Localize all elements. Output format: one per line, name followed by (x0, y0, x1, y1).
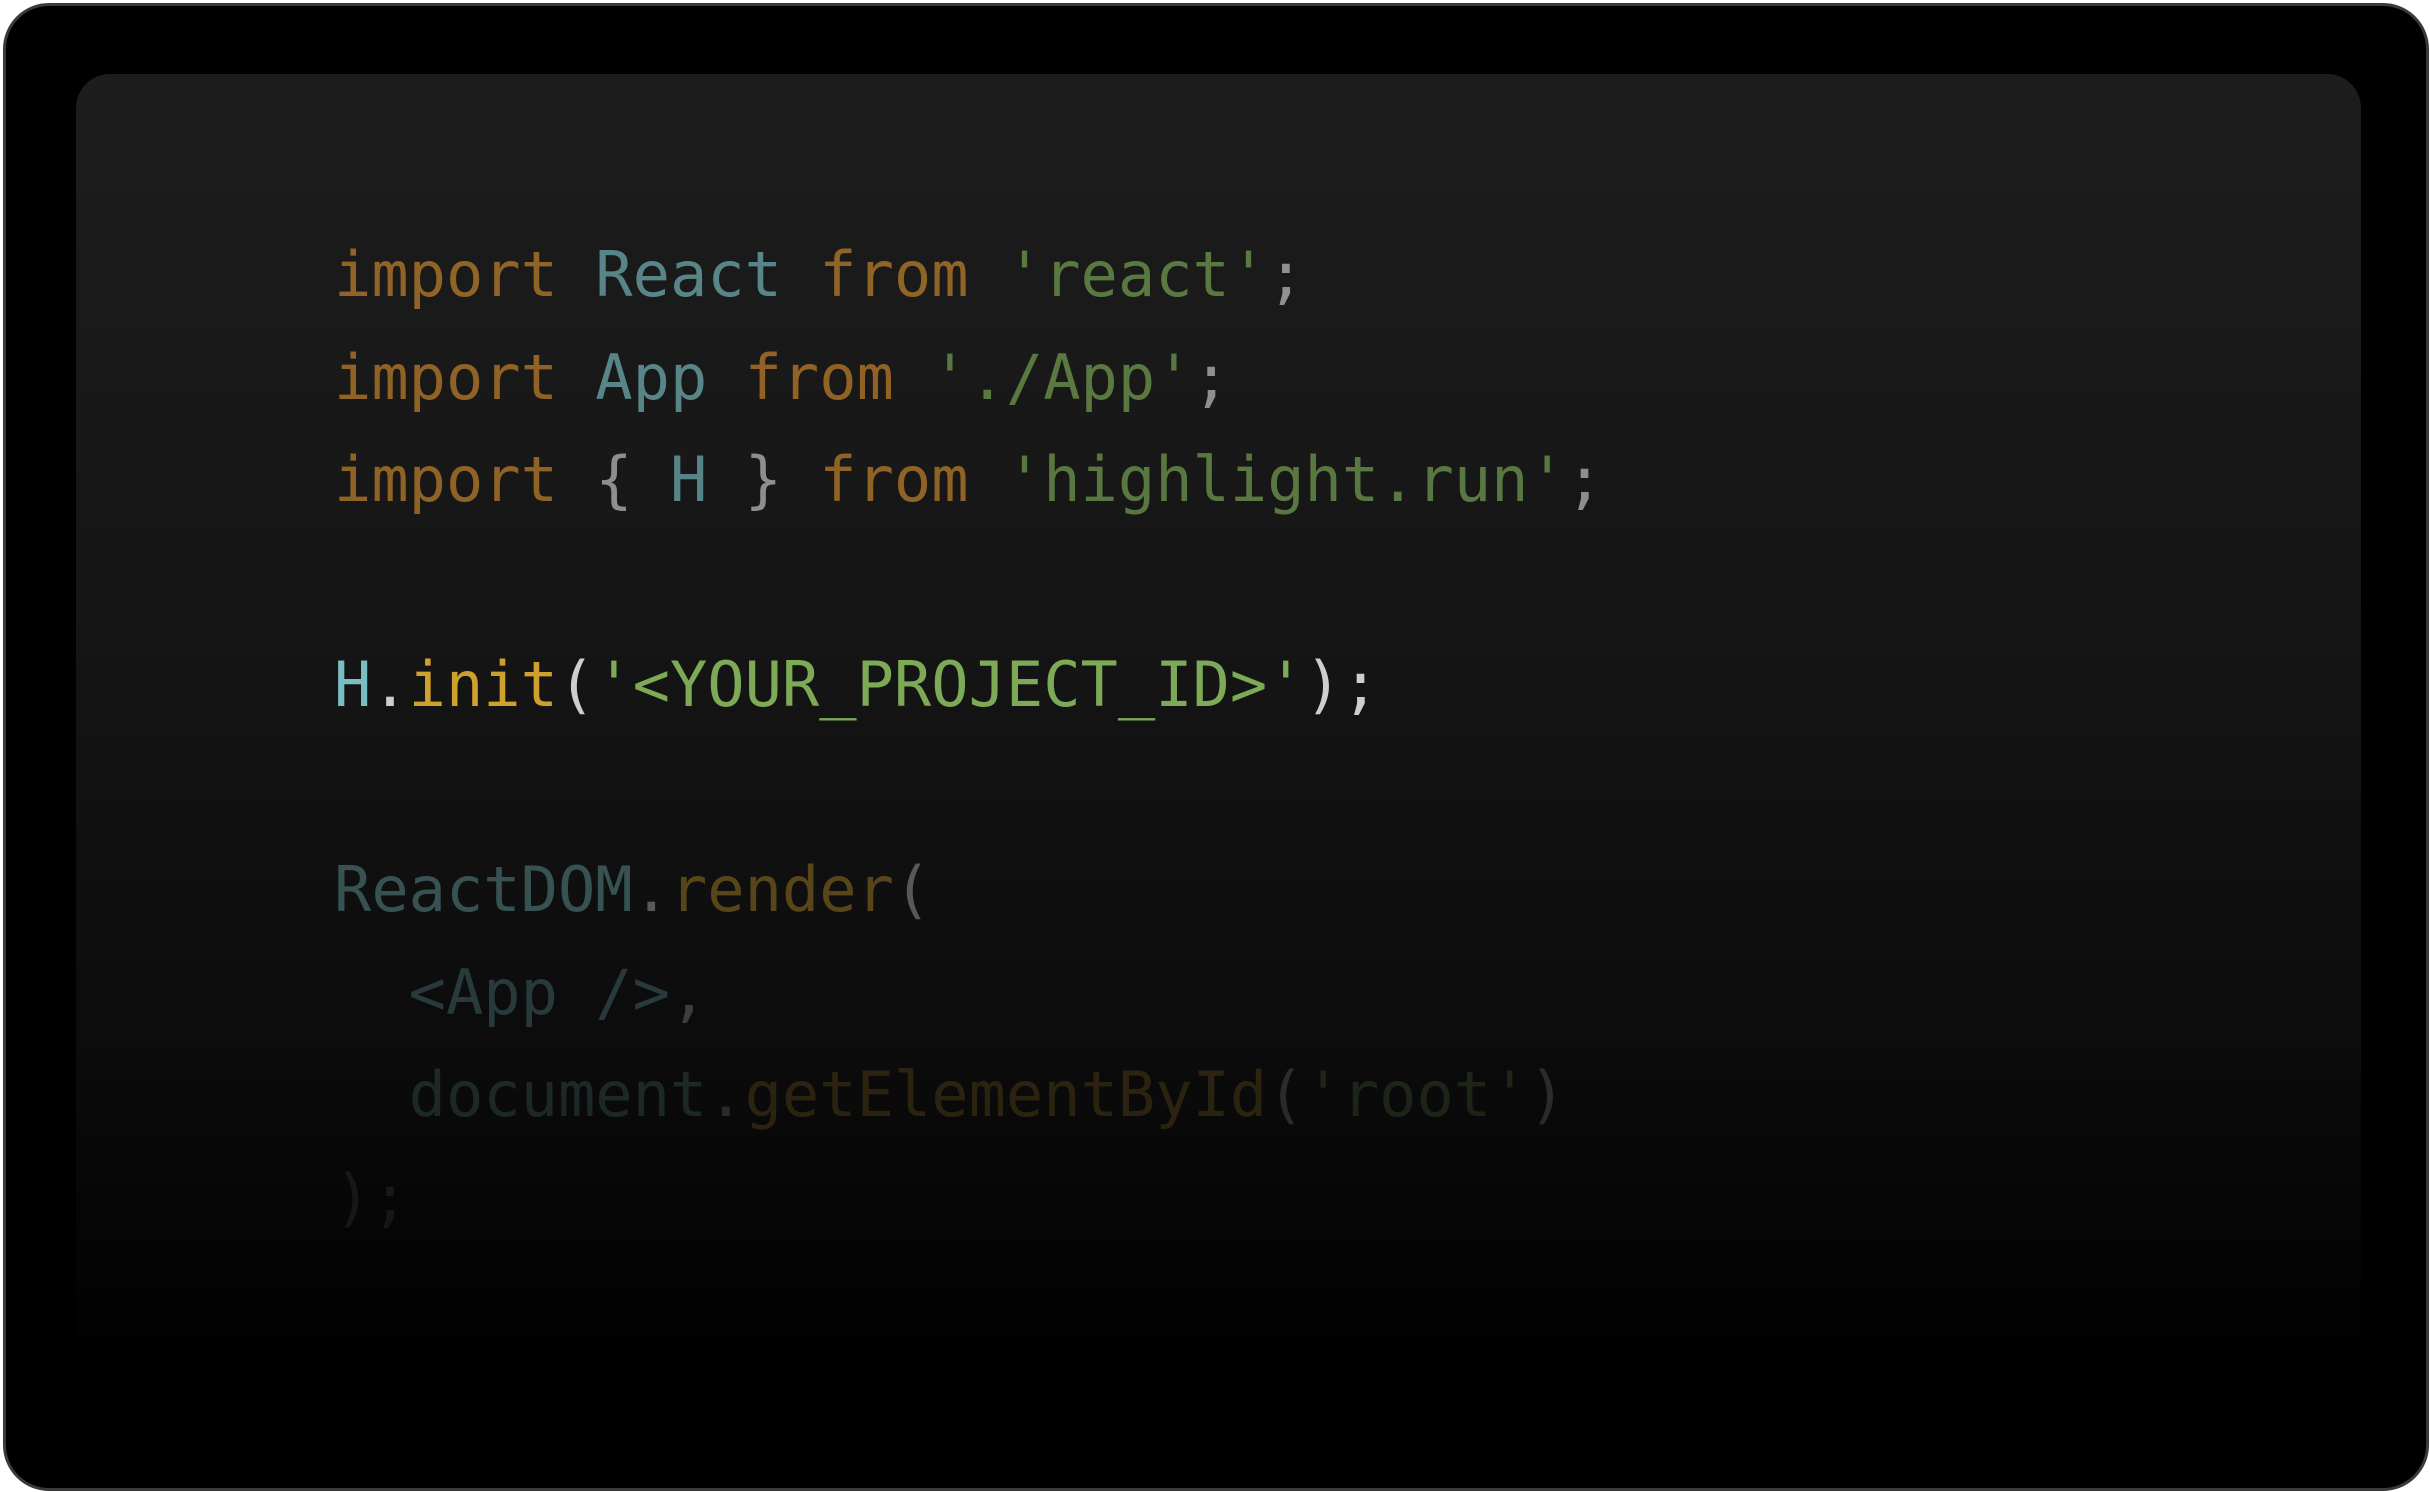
token-punctuation (782, 238, 819, 311)
token-identifier: H (334, 648, 372, 721)
token-punctuation (334, 956, 409, 1029)
token-punctuation: { (557, 443, 670, 516)
token-punctuation: . (371, 648, 409, 721)
code-panel: 1import React from 'react';2import App f… (76, 74, 2361, 1488)
code-text: <App />, (334, 961, 708, 1024)
token-identifier: <App /> (408, 955, 670, 1029)
token-punctuation (334, 1058, 409, 1131)
token-identifier: H (669, 443, 708, 516)
code-text: ReactDOM.render( (334, 859, 931, 921)
token-punctuation (894, 341, 931, 414)
token-function: init (408, 648, 558, 721)
token-punctuation: ); (1304, 648, 1380, 721)
code-text: H.init('<YOUR_PROJECT_ID>'); (334, 654, 1379, 716)
code-text: import App from './App'; (334, 346, 1230, 409)
token-punctuation (558, 341, 595, 414)
token-punctuation (707, 341, 744, 414)
token-punctuation: ( (557, 648, 596, 721)
token-keyword: import (334, 443, 558, 516)
token-keyword: from (744, 340, 894, 414)
code-text: import React from 'react'; (334, 244, 1305, 306)
code-text: ); (334, 1166, 409, 1229)
token-string: './App' (931, 340, 1193, 414)
token-punctuation (969, 238, 1006, 311)
token-punctuation: ( (1267, 1058, 1305, 1131)
token-string: '<YOUR_PROJECT_ID>' (595, 648, 1305, 721)
token-punctuation: . (707, 1058, 745, 1131)
token-punctuation: ) (1528, 1058, 1566, 1131)
token-function: getElementById (744, 1058, 1268, 1131)
token-identifier: ReactDOM (334, 853, 633, 926)
token-string: 'react' (1005, 238, 1268, 311)
token-identifier: document (408, 1058, 708, 1131)
code-text: document.getElementById('root') (334, 1064, 1566, 1126)
token-string: 'highlight.run' (1005, 443, 1566, 516)
token-punctuation: ; (1192, 340, 1230, 414)
token-keyword: from (819, 238, 969, 311)
token-punctuation (558, 238, 595, 311)
token-string: 'root' (1304, 1058, 1529, 1131)
token-punctuation: ( (893, 853, 932, 926)
token-identifier: App (595, 340, 708, 414)
token-punctuation (969, 443, 1006, 516)
token-punctuation: , (669, 955, 708, 1029)
token-punctuation: } (707, 443, 820, 516)
device-frame: 1import React from 'react';2import App f… (3, 3, 2429, 1491)
token-punctuation: ; (1267, 238, 1305, 311)
token-punctuation: ; (1565, 443, 1604, 516)
token-keyword: import (334, 340, 558, 414)
code-text: import { H } from 'highlight.run'; (334, 449, 1603, 511)
token-identifier: React (595, 238, 782, 311)
token-punctuation: . (632, 853, 670, 926)
token-keyword: import (334, 238, 558, 311)
token-keyword: from (819, 443, 969, 516)
token-punctuation: ); (334, 1160, 409, 1234)
token-function: render (669, 853, 894, 926)
